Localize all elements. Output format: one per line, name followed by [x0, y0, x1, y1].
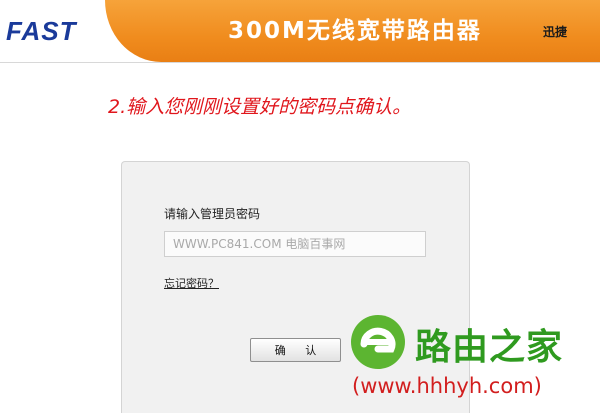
- password-prompt-label: 请输入管理员密码: [164, 207, 261, 221]
- watermark-site-name: 路由之家: [415, 327, 564, 368]
- header: FAST 300M无线宽带路由器 迅捷: [0, 0, 600, 62]
- product-title: 300M无线宽带路由器: [228, 18, 482, 44]
- password-input[interactable]: [164, 231, 426, 257]
- watermark-logo-icon: [351, 315, 405, 369]
- product-subtitle: 迅捷: [543, 25, 568, 39]
- header-divider: [0, 62, 600, 63]
- confirm-button[interactable]: 确 认: [250, 338, 341, 362]
- instruction-text: 2.输入您刚刚设置好的密码点确认。: [108, 96, 412, 118]
- logo-text: FAST: [6, 15, 77, 46]
- forgot-password-link[interactable]: 忘记密码？: [164, 275, 219, 291]
- watermark-url: (www.hhhyh.com): [352, 374, 542, 398]
